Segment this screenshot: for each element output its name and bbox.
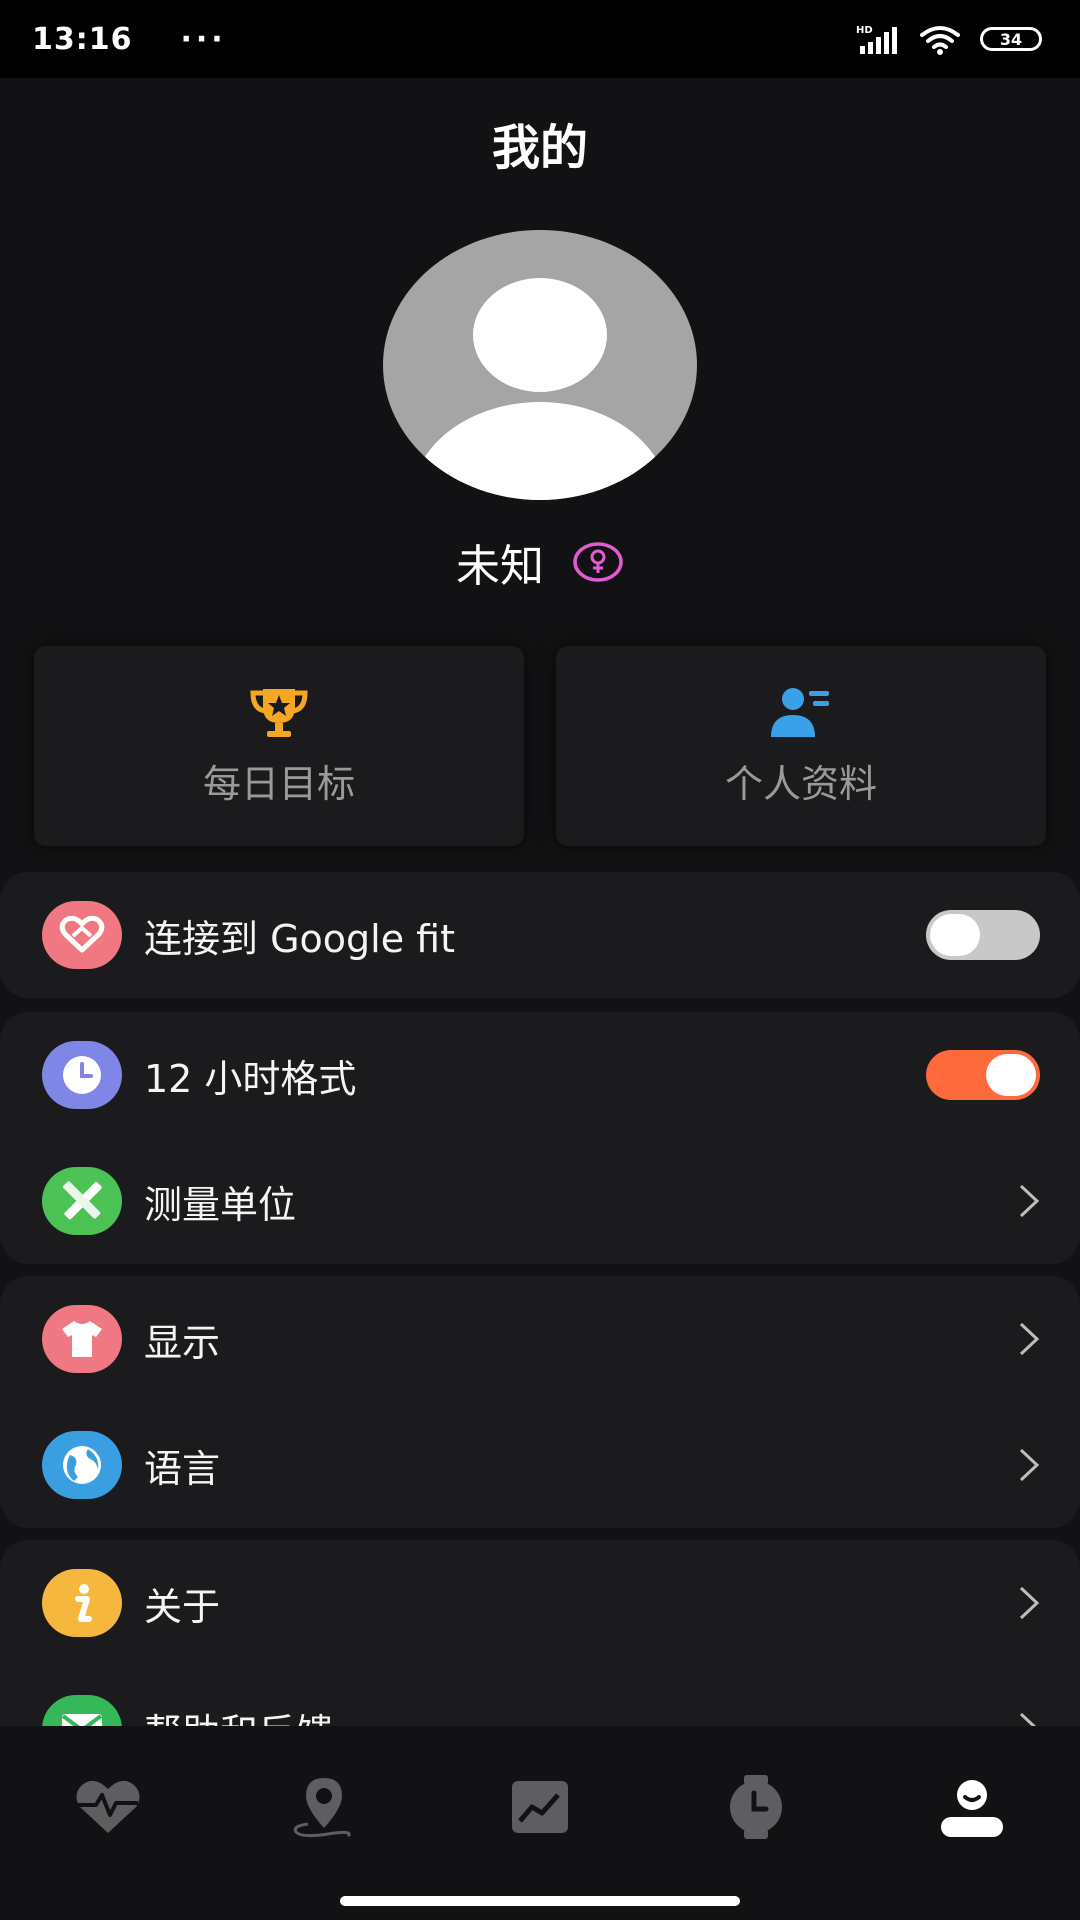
chevron-right-icon bbox=[1019, 1448, 1040, 1482]
toggle-knob bbox=[930, 914, 980, 956]
hour12-label: 12 小时格式 bbox=[144, 1056, 357, 1101]
google-fit-toggle[interactable] bbox=[926, 910, 1040, 960]
user-icon bbox=[941, 1780, 1003, 1837]
daily-goal-label: 每日目标 bbox=[202, 761, 355, 806]
nav-profile[interactable] bbox=[912, 1762, 1032, 1852]
avatar[interactable] bbox=[383, 230, 697, 500]
info-icon bbox=[42, 1569, 122, 1637]
clock-icon bbox=[42, 1041, 122, 1109]
toggle-knob bbox=[986, 1054, 1036, 1096]
nav-heart-rate[interactable] bbox=[48, 1762, 168, 1852]
globe-icon bbox=[42, 1431, 122, 1499]
heart-handshake-icon bbox=[42, 901, 122, 969]
settings-group-format: 12 小时格式 测量单位 bbox=[0, 1012, 1080, 1264]
display-row[interactable]: 显示 bbox=[0, 1276, 1080, 1402]
settings-group-integration: 连接到 Google fit bbox=[0, 872, 1080, 998]
cellular-signal-icon: HD bbox=[856, 25, 897, 54]
personal-profile-card[interactable]: 个人资料 bbox=[556, 646, 1046, 846]
status-bar: 13:16 ··· HD 34 bbox=[0, 0, 1080, 78]
daily-goal-card[interactable]: 每日目标 bbox=[34, 646, 524, 846]
watch-icon bbox=[730, 1775, 782, 1839]
status-more-dots: ··· bbox=[180, 21, 227, 57]
units-row[interactable]: 测量单位 bbox=[0, 1138, 1080, 1264]
personal-profile-label: 个人资料 bbox=[724, 761, 877, 806]
battery-indicator: 34 bbox=[980, 27, 1042, 51]
hour12-row[interactable]: 12 小时格式 bbox=[0, 1012, 1080, 1138]
language-label: 语言 bbox=[144, 1446, 221, 1491]
units-label: 测量单位 bbox=[144, 1182, 297, 1227]
google-fit-label: 连接到 Google fit bbox=[144, 916, 455, 961]
profile-name-row: 未知 bbox=[0, 530, 1080, 594]
avatar-head-shape bbox=[473, 278, 607, 392]
svg-text:HD: HD bbox=[856, 25, 873, 36]
settings-group-appearance: 显示 语言 bbox=[0, 1276, 1080, 1528]
tshirt-icon bbox=[42, 1305, 122, 1373]
profile-name: 未知 bbox=[456, 541, 544, 592]
hour12-toggle[interactable] bbox=[926, 1050, 1040, 1100]
display-label: 显示 bbox=[144, 1320, 221, 1365]
trend-chart-icon bbox=[512, 1781, 568, 1833]
ruler-pencil-icon bbox=[42, 1167, 122, 1235]
google-fit-row[interactable]: 连接到 Google fit bbox=[0, 872, 1080, 998]
female-icon bbox=[573, 542, 623, 582]
nav-location[interactable] bbox=[264, 1762, 384, 1852]
location-route-icon bbox=[293, 1778, 351, 1838]
language-row[interactable]: 语言 bbox=[0, 1402, 1080, 1528]
avatar-body-shape bbox=[411, 402, 669, 500]
status-time: 13:16 bbox=[32, 21, 133, 57]
heart-rate-icon bbox=[76, 1780, 140, 1833]
wifi-icon bbox=[920, 26, 960, 55]
profile-card-icon bbox=[771, 687, 829, 737]
chevron-right-icon bbox=[1019, 1184, 1040, 1218]
battery-level: 34 bbox=[999, 29, 1023, 49]
page-title: 我的 bbox=[491, 120, 588, 176]
nav-trend[interactable] bbox=[480, 1762, 600, 1852]
about-row[interactable]: 关于 bbox=[0, 1540, 1080, 1666]
home-indicator[interactable] bbox=[340, 1896, 740, 1906]
bottom-navigation bbox=[0, 1726, 1080, 1888]
about-label: 关于 bbox=[144, 1584, 221, 1629]
trophy-icon bbox=[250, 688, 308, 737]
chevron-right-icon bbox=[1019, 1586, 1040, 1620]
chevron-right-icon bbox=[1019, 1322, 1040, 1356]
nav-watch[interactable] bbox=[696, 1762, 816, 1852]
